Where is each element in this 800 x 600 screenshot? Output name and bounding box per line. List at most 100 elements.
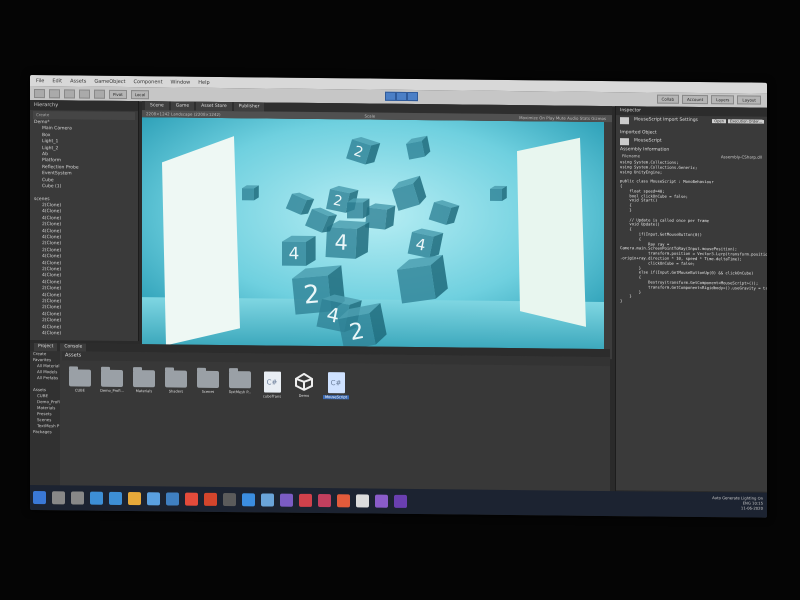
account-dropdown[interactable]: Account bbox=[681, 94, 709, 105]
visual-studio-icon[interactable] bbox=[375, 494, 388, 508]
playback-controls bbox=[385, 91, 418, 102]
number-cube[interactable] bbox=[490, 185, 507, 201]
hierarchy-panel: Hierarchy Create Demo* Main Camera Box Ligh… bbox=[30, 100, 139, 342]
asset-label: Demo_Profi... bbox=[100, 388, 124, 393]
tab-asset-store[interactable]: Asset Store bbox=[196, 101, 232, 112]
cube-number-label: 4 bbox=[334, 230, 349, 255]
inspector-open-button[interactable]: Open bbox=[712, 119, 726, 124]
number-cube[interactable] bbox=[365, 203, 396, 231]
tray-date: 11-06-2020 bbox=[740, 505, 763, 511]
number-cube[interactable] bbox=[347, 198, 370, 219]
unity-icon[interactable] bbox=[356, 494, 369, 508]
rect-tool-button[interactable] bbox=[94, 89, 105, 99]
app-icon[interactable] bbox=[337, 494, 350, 508]
csharp-script-icon: C# bbox=[327, 372, 345, 394]
pause-button[interactable] bbox=[396, 91, 407, 101]
number-cube[interactable] bbox=[242, 185, 259, 201]
menu-item-window[interactable]: Window bbox=[171, 79, 191, 85]
project-panel: Project Console Create Favorites All Materi… bbox=[30, 343, 610, 500]
asset-item[interactable]: TextMesh P... bbox=[228, 371, 252, 398]
asset-item[interactable]: Materials bbox=[132, 370, 156, 397]
pivot-toggle[interactable]: Pivot bbox=[109, 89, 127, 99]
hierarchy-item[interactable]: 4(Clone) bbox=[30, 331, 138, 339]
play-button[interactable] bbox=[385, 91, 396, 101]
step-button[interactable] bbox=[407, 91, 418, 102]
toolbar-right: Collab Account Layers Layout bbox=[656, 94, 761, 105]
asset-item[interactable]: Demo bbox=[292, 372, 316, 399]
camera-icon[interactable] bbox=[147, 492, 160, 506]
cube-number-label: 4 bbox=[289, 243, 300, 263]
imported-script-row: MouseScript bbox=[616, 136, 767, 148]
layers-dropdown[interactable]: Layers bbox=[711, 95, 735, 105]
hand-tool-button[interactable] bbox=[34, 88, 45, 98]
tab-console[interactable]: Console bbox=[60, 343, 87, 352]
system-tray: Auto Generate Lighting On ENG 10:15 11-0… bbox=[712, 495, 763, 511]
scene-render: 22444242 bbox=[142, 117, 604, 360]
rotate-tool-button[interactable] bbox=[64, 88, 75, 98]
tab-project[interactable]: Project bbox=[34, 343, 58, 352]
office-icon[interactable] bbox=[204, 492, 217, 506]
game-view-panel: Scene Game Asset Store Publisher 2208×1242 … bbox=[142, 101, 612, 360]
layout-dropdown[interactable]: Layout bbox=[737, 95, 761, 105]
tab-publisher[interactable]: Publisher bbox=[233, 102, 265, 112]
asset-label: CUBE bbox=[75, 388, 85, 393]
asset-label: Materials bbox=[135, 389, 153, 394]
inspector-panel: Inspector MouseScript Import Settings Op… bbox=[615, 106, 767, 500]
cube-number-label: 2 bbox=[302, 279, 321, 309]
asset-item[interactable]: C# MouseScript bbox=[322, 372, 350, 400]
asset-item[interactable]: Shaders bbox=[164, 370, 188, 397]
asset-item[interactable]: Scenes bbox=[196, 370, 220, 398]
game-viewport[interactable]: 22444242 bbox=[142, 117, 604, 360]
visual-studio-icon[interactable] bbox=[394, 494, 407, 508]
number-cube[interactable]: 4 bbox=[282, 235, 316, 266]
cs-script-icon bbox=[620, 138, 629, 146]
asset-item[interactable]: Demo_Profi... bbox=[100, 369, 124, 397]
filename-value: Assembly-CSharp.dll bbox=[720, 154, 762, 160]
scale-tool-button[interactable] bbox=[79, 89, 90, 99]
imported-script-name: MouseScript bbox=[634, 138, 662, 144]
app-icon[interactable] bbox=[299, 493, 312, 507]
windows-start-icon[interactable] bbox=[33, 491, 46, 505]
unity-scene-icon bbox=[294, 372, 314, 392]
folder-icon bbox=[133, 370, 155, 388]
left-wall bbox=[162, 136, 240, 346]
csharp-script-icon: C# bbox=[263, 371, 281, 393]
edge-icon[interactable] bbox=[90, 491, 103, 505]
folder-icon bbox=[69, 369, 91, 387]
hierarchy-tree: Demo* Main Camera Box Light_1 Light_2 Ab Platf… bbox=[30, 120, 138, 338]
tab-game[interactable]: Game bbox=[170, 101, 195, 111]
hierarchy-create-button[interactable]: Create bbox=[33, 111, 135, 121]
app-icon[interactable] bbox=[318, 494, 331, 508]
asset-grid: CUBE Demo_Profi... Materials Shaders Scenes T… bbox=[68, 369, 350, 400]
project-tree-item[interactable]: Packages bbox=[30, 429, 60, 435]
menu-item-file[interactable]: File bbox=[36, 78, 44, 84]
mail-icon[interactable] bbox=[166, 492, 179, 506]
hierarchy-tab[interactable]: Hierarchy bbox=[30, 100, 138, 112]
chrome-icon[interactable] bbox=[185, 492, 198, 506]
asset-item[interactable]: C# cubeTrans bbox=[260, 371, 284, 399]
tab-scene[interactable]: Scene bbox=[145, 101, 169, 111]
folder-icon bbox=[165, 370, 187, 388]
menu-item-edit[interactable]: Edit bbox=[52, 78, 62, 84]
app-icon[interactable] bbox=[261, 493, 274, 507]
search-icon[interactable] bbox=[52, 491, 65, 505]
vlc-icon[interactable] bbox=[242, 493, 255, 507]
asset-item[interactable]: CUBE bbox=[68, 369, 92, 396]
menu-item-help[interactable]: Help bbox=[198, 79, 209, 85]
app-icon[interactable] bbox=[223, 493, 236, 507]
menu-item-gameobject[interactable]: GameObject bbox=[94, 78, 125, 84]
asset-label: Scenes bbox=[201, 389, 215, 394]
menu-item-assets[interactable]: Assets bbox=[70, 78, 86, 84]
folder-icon bbox=[197, 370, 219, 388]
collab-dropdown[interactable]: Collab bbox=[656, 94, 679, 104]
inspector-execution-order-button[interactable]: Execution Order... bbox=[727, 119, 764, 124]
folder-icon bbox=[101, 369, 123, 387]
move-tool-button[interactable] bbox=[49, 88, 60, 98]
file-explorer-icon[interactable] bbox=[128, 492, 141, 506]
monitor-screen: File Edit Assets GameObject Component Window H… bbox=[30, 75, 767, 518]
local-toggle[interactable]: Local bbox=[130, 89, 150, 99]
menu-item-component[interactable]: Component bbox=[134, 79, 163, 85]
store-icon[interactable] bbox=[109, 491, 122, 505]
task-view-icon[interactable] bbox=[71, 491, 84, 505]
app-icon[interactable] bbox=[280, 493, 293, 507]
